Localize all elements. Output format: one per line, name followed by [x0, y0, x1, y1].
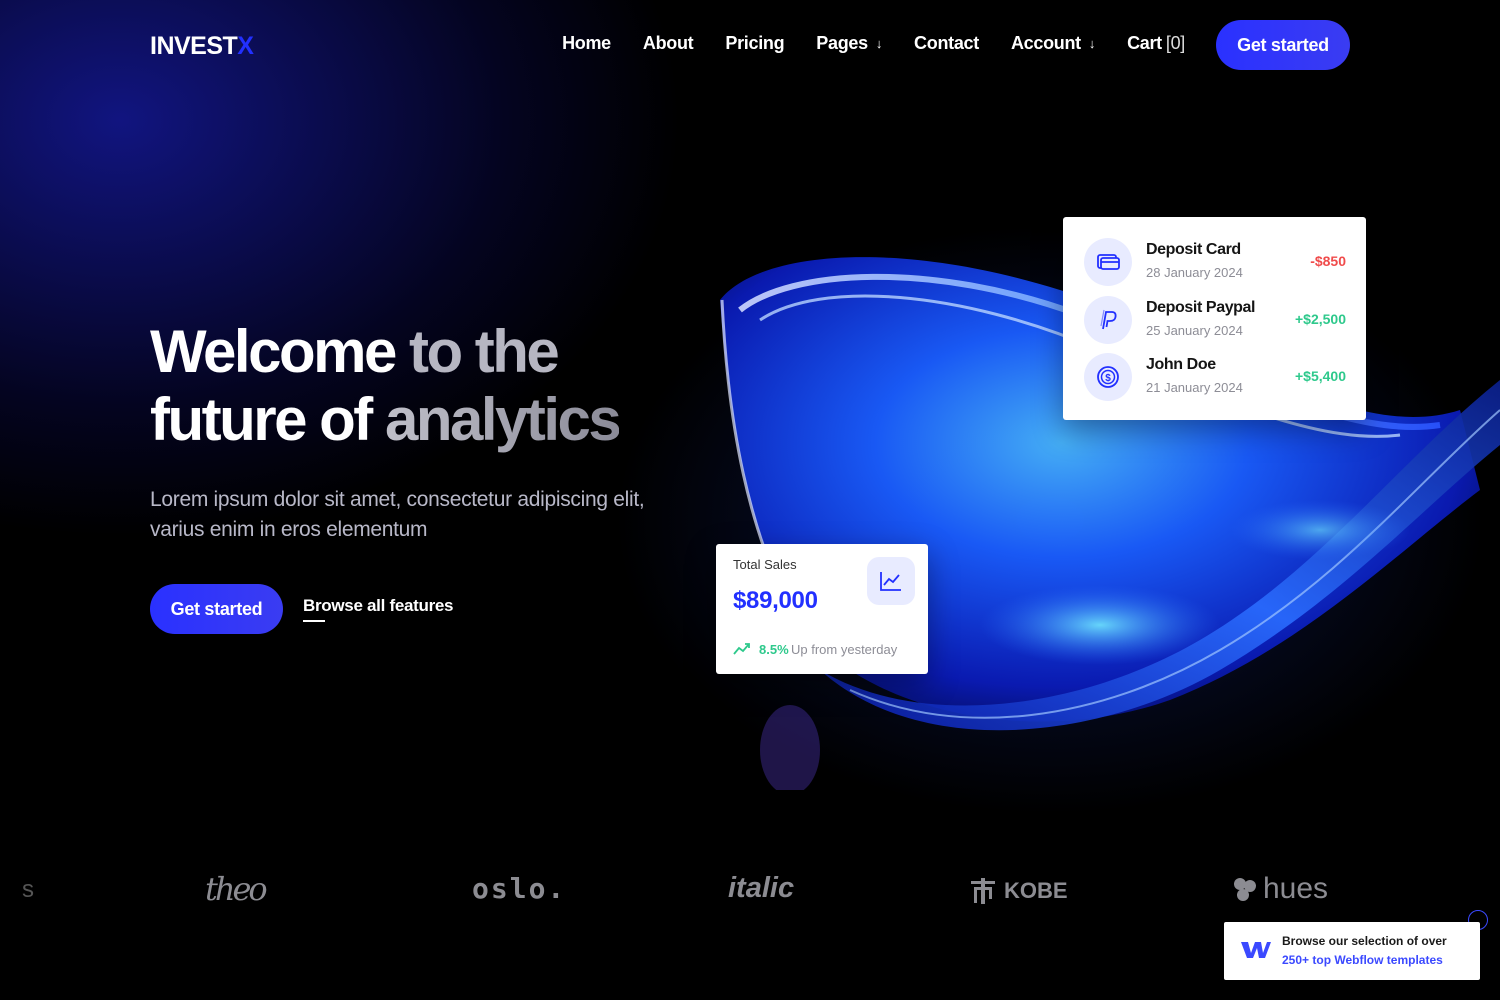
nav-contact-label: Contact — [914, 33, 979, 53]
total-sales-card: Total Sales $89,000 8.5% Up from yesterd… — [716, 544, 928, 674]
trend-up-icon — [733, 643, 750, 655]
kobe-mark-icon — [971, 878, 995, 904]
arrow-down-icon: ↓ — [1088, 36, 1096, 51]
nav-about-label: About — [642, 33, 694, 53]
logo-oslo: oslo. — [472, 872, 567, 905]
nav-cart-label: Cart — [1127, 33, 1162, 53]
client-logos-strip: s theo oslo. italic KOBE hues — [0, 858, 1500, 928]
hues-mark-icon — [1234, 878, 1256, 901]
logo-italic: italic — [728, 872, 795, 904]
sales-label: Total Sales — [733, 557, 797, 572]
transaction-amount: +$5,400 — [1295, 368, 1346, 384]
trend-text: Up from yesterday — [791, 642, 898, 657]
transaction-amount: -$850 — [1310, 253, 1346, 269]
nav-cart[interactable]: Cart [0] — [1127, 33, 1185, 54]
transactions-card: Deposit Card 28 January 2024 -$850 Depos… — [1063, 217, 1366, 420]
nav-contact[interactable]: Contact — [914, 33, 979, 54]
cart-count: [0] — [1165, 33, 1185, 53]
svg-text:$: $ — [1105, 373, 1111, 384]
hero-get-started-button[interactable]: Get started — [150, 584, 283, 634]
hero-title-line2b: analytics — [370, 386, 622, 453]
sales-value: $89,000 — [733, 587, 818, 614]
transaction-name: Deposit Card — [1146, 241, 1241, 258]
nav-about[interactable]: About — [642, 33, 694, 54]
nav-pricing-label: Pricing — [725, 33, 785, 53]
browse-underline — [303, 620, 325, 622]
webflow-promo-badge[interactable]: Browse our selection of over 250+ top We… — [1224, 922, 1480, 980]
transaction-date: 25 January 2024 — [1146, 323, 1243, 338]
coin-icon: $ — [1084, 353, 1132, 401]
logo-hues-text: hues — [1263, 872, 1329, 905]
hero-title-line1b: to the — [394, 318, 560, 385]
logo-kobe: KOBE — [968, 876, 1068, 906]
promo-line-2: 250+ top Webflow templates — [1282, 953, 1443, 967]
nav-menu: Home About Pricing Pages ↓ Contact Accoun… — [530, 33, 1185, 54]
transaction-name: John Doe — [1146, 356, 1216, 373]
hero-title: Welcome to the future of analytics — [150, 318, 622, 454]
nav-pages-label: Pages — [816, 33, 868, 53]
hero-title-line2a: future of — [150, 386, 373, 453]
trend-percentage: 8.5% — [759, 642, 789, 657]
nav-get-started-button[interactable]: Get started — [1216, 20, 1350, 70]
logo-kobe-text: KOBE — [1004, 878, 1068, 903]
transaction-date: 21 January 2024 — [1146, 380, 1243, 395]
nav-home-label: Home — [562, 33, 611, 53]
paypal-icon — [1084, 296, 1132, 344]
logo-hues: hues — [1231, 872, 1328, 906]
nav-home[interactable]: Home — [562, 33, 611, 54]
transaction-name: Deposit Paypal — [1146, 299, 1256, 316]
chart-line-icon — [867, 557, 915, 605]
transaction-amount: +$2,500 — [1295, 311, 1346, 327]
nav-account-dropdown[interactable]: Account ↓ — [1011, 33, 1095, 54]
logo-accent: X — [237, 32, 254, 60]
card-icon — [1084, 238, 1132, 286]
hero-subtitle: Lorem ipsum dolor sit amet, consectetur … — [150, 488, 645, 541]
promo-line-1: Browse our selection of over — [1282, 934, 1447, 948]
nav-pages-dropdown[interactable]: Pages ↓ — [816, 33, 882, 54]
transaction-row: $ John Doe 21 January 2024 +$5,400 — [1084, 353, 1346, 403]
logo-text: INVEST — [150, 32, 238, 60]
webflow-icon — [1241, 942, 1271, 958]
browse-features-link[interactable]: Browse all features — [303, 596, 454, 616]
logo-partial: s — [22, 876, 34, 903]
transaction-row: Deposit Card 28 January 2024 -$850 — [1084, 238, 1346, 288]
arrow-down-icon: ↓ — [875, 36, 883, 51]
logo-theo: theo — [205, 870, 268, 908]
top-nav: INVESTX Home About Pricing Pages ↓ Contac… — [150, 20, 1350, 70]
brand-logo[interactable]: INVESTX — [150, 32, 254, 61]
nav-pricing[interactable]: Pricing — [725, 33, 784, 54]
transaction-date: 28 January 2024 — [1146, 265, 1243, 280]
hero-title-line1a: Welcome — [150, 318, 397, 385]
nav-account-label: Account — [1010, 33, 1081, 53]
transaction-row: Deposit Paypal 25 January 2024 +$2,500 — [1084, 296, 1346, 346]
